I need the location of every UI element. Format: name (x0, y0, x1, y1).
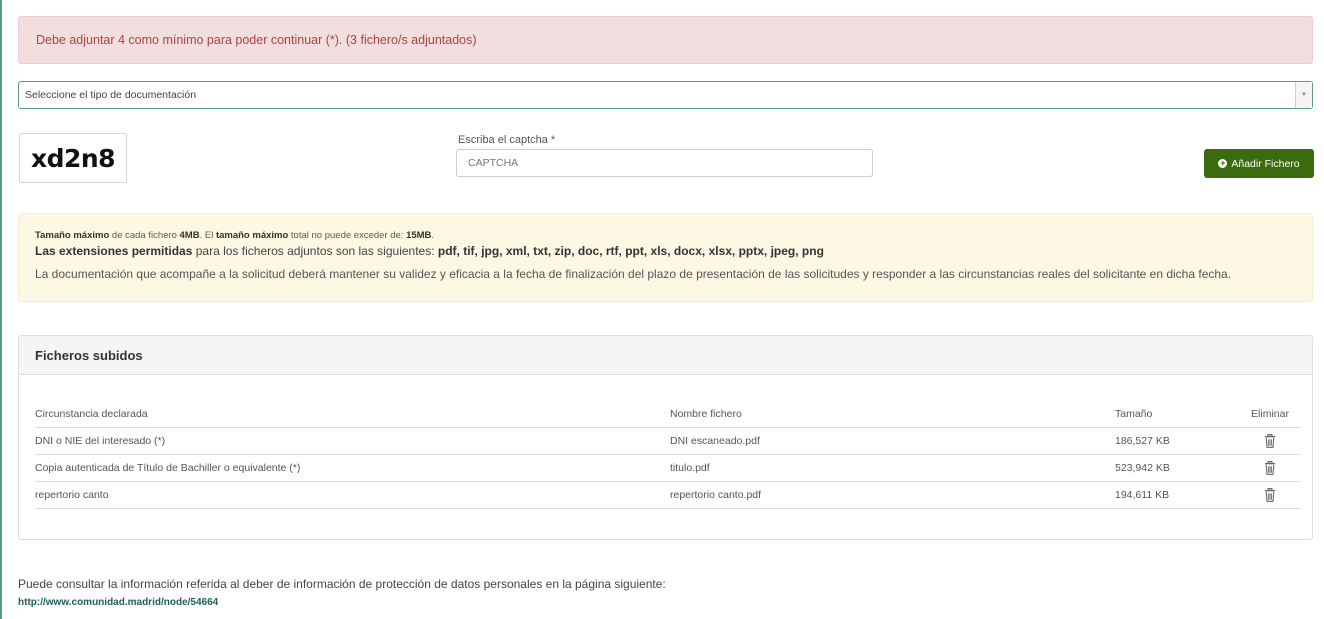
captcha-image: xd2n8 (19, 133, 127, 183)
table-row: repertorio canto repertorio canto.pdf 19… (35, 481, 1300, 509)
cell-circumstance: DNI o NIE del interesado (*) (35, 427, 670, 455)
add-file-button-label: Añadir Fichero (1231, 157, 1300, 170)
uploaded-files-panel: Ficheros subidos Circunstancia declarada… (18, 335, 1313, 540)
cell-delete (1240, 481, 1300, 509)
document-type-select[interactable]: Seleccione el tipo de documentación ▼ (18, 81, 1313, 109)
data-protection-link[interactable]: http://www.comunidad.madrid/node/54664 (18, 597, 218, 608)
cell-filename: repertorio canto.pdf (670, 481, 1115, 509)
cell-filename: titulo.pdf (670, 454, 1115, 482)
trash-icon[interactable] (1264, 460, 1276, 475)
trash-icon[interactable] (1264, 433, 1276, 448)
file-limits-info: Tamaño máximo de cada fichero 4MB. El ta… (18, 213, 1313, 302)
uploaded-files-table: Circunstancia declarada Nombre fichero T… (35, 401, 1300, 509)
cell-size: 194,611 KB (1115, 481, 1240, 509)
uploaded-files-title: Ficheros subidos (19, 336, 1312, 375)
captcha-input[interactable]: CAPTCHA (456, 149, 873, 177)
column-header-filename: Nombre fichero (670, 401, 1115, 428)
cell-size: 523,942 KB (1115, 454, 1240, 482)
validity-notice: La documentación que acompañe a la solic… (35, 267, 1232, 281)
table-row: Copia autenticada de Título de Bachiller… (35, 454, 1300, 482)
min-files-alert-text: Debe adjuntar 4 como mínimo para poder c… (36, 33, 477, 47)
cell-size: 186,527 KB (1115, 427, 1240, 455)
cell-delete (1240, 454, 1300, 482)
min-files-alert: Debe adjuntar 4 como mínimo para poder c… (18, 16, 1313, 64)
column-header-circumstance: Circunstancia declarada (35, 401, 670, 428)
column-header-delete: Eliminar (1240, 401, 1300, 428)
trash-icon[interactable] (1264, 487, 1276, 502)
captcha-label: Escriba el captcha * (458, 134, 556, 146)
cell-delete (1240, 427, 1300, 455)
add-file-button[interactable]: + Añadir Fichero (1204, 149, 1314, 178)
data-protection-text: Puede consultar la información referida … (18, 577, 666, 591)
captcha-placeholder: CAPTCHA (468, 157, 519, 169)
table-header-row: Circunstancia declarada Nombre fichero T… (35, 401, 1300, 428)
document-type-selected: Seleccione el tipo de documentación (25, 89, 197, 101)
left-accent-rule (0, 0, 2, 619)
table-row: DNI o NIE del interesado (*) DNI escanea… (35, 427, 1300, 455)
cell-filename: DNI escaneado.pdf (670, 427, 1115, 455)
plus-circle-icon: + (1218, 158, 1228, 168)
cell-circumstance: Copia autenticada de Título de Bachiller… (35, 454, 670, 482)
column-header-size: Tamaño (1115, 401, 1240, 428)
file-size-limits: Tamaño máximo de cada fichero 4MB. El ta… (35, 230, 435, 241)
captcha-image-text: xd2n8 (30, 143, 116, 173)
cell-circumstance: repertorio canto (35, 481, 670, 509)
chevron-down-icon[interactable]: ▼ (1295, 82, 1312, 108)
allowed-extensions: Las extensiones permitidas para los fich… (35, 244, 824, 258)
